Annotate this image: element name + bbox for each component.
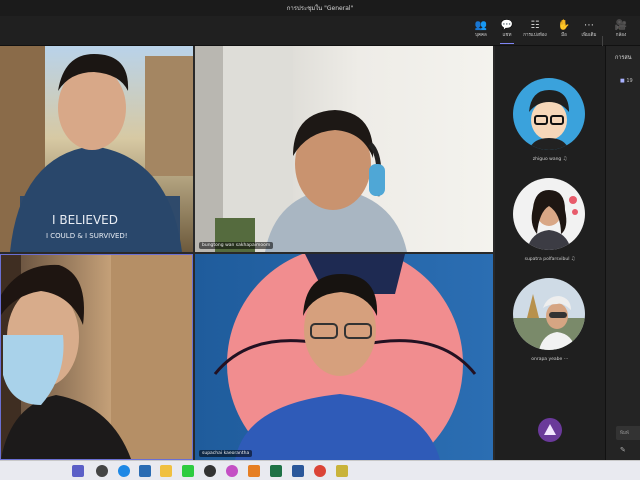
chat-panel-title: การสน — [615, 55, 632, 61]
file-explorer-icon[interactable] — [160, 465, 172, 477]
teams-meeting-window: การประชุมใน "General" 👥 บุคคล 💬 แชท ☷ กา… — [0, 0, 640, 480]
chat-format-icon[interactable]: ✎ — [620, 446, 626, 454]
participant-video-3 — [1, 255, 192, 459]
video-tile-2[interactable]: bungtong wan sakhapaimoom — [195, 46, 493, 252]
more-options-icon: ⋯ — [563, 356, 569, 362]
participant-name: onrapa yeabe ⋯ — [531, 356, 569, 362]
grid-app-icon[interactable] — [139, 465, 151, 477]
avatar — [513, 78, 585, 150]
word-icon[interactable] — [292, 465, 304, 477]
camera-icon: 🎥 — [614, 20, 628, 31]
avatar-photo-icon — [527, 190, 578, 250]
participant-name: zhiguo wang ♫ — [532, 156, 568, 162]
avatar — [513, 278, 585, 350]
chat-button[interactable]: 💬 แชท — [492, 19, 522, 44]
chat-message-text: 19 — [626, 78, 633, 84]
meeting-toolbar: 👥 บุคคล 💬 แชท ☷ การแบ่งห้อง ✋ มือ ⋯ เพิ่… — [0, 16, 640, 54]
participant-video-1: I BELIEVED I COULD & I SURVIVED! — [0, 46, 193, 252]
chrome-icon[interactable] — [314, 465, 326, 477]
chat-message-row[interactable]: ■ 19 — [620, 78, 633, 84]
more-label: เพิ่มเติม — [581, 33, 597, 38]
organization-logo-icon — [538, 418, 562, 442]
avatar — [513, 178, 585, 250]
breakout-rooms-label: การแบ่งห้อง — [523, 33, 547, 38]
obs-icon[interactable] — [96, 465, 108, 477]
participant-video-4 — [213, 254, 477, 460]
avatar-illustration-icon — [529, 90, 569, 150]
participant-video-2 — [195, 46, 407, 252]
camera-button[interactable]: 🎥 กล้อง — [606, 19, 636, 43]
more-icon: ⋯ — [584, 20, 594, 31]
edge-icon[interactable] — [118, 465, 130, 477]
camera-label: กล้อง — [615, 33, 627, 38]
media-player-icon[interactable] — [204, 465, 216, 477]
chat-panel: การสน ■ 19 พิมพ์ ✎ — [605, 46, 640, 460]
app-icon[interactable] — [226, 465, 238, 477]
shirt-text-2: I COULD & I SURVIVED! — [46, 232, 128, 240]
shirt-text-1: I BELIEVED — [52, 213, 118, 227]
breakout-rooms-button[interactable]: ☷ การแบ่งห้อง — [520, 19, 550, 43]
line-icon[interactable] — [182, 465, 194, 477]
participants-panel: zhiguo wang ♫ supatra polfarsvibul ♫ onr… — [495, 46, 605, 460]
chat-icon: 💬 — [500, 20, 514, 31]
mic-icon: ♫ — [570, 256, 576, 262]
video-tile-1[interactable]: I BELIEVED I COULD & I SURVIVED! — [0, 46, 193, 252]
window-title: การประชุมใน "General" — [286, 5, 354, 12]
participant-name-2: bungtong wan sakhapaimoom — [199, 242, 274, 249]
participant-card-3[interactable]: onrapa yeabe ⋯ — [495, 278, 605, 378]
app-icon[interactable] — [248, 465, 260, 477]
chat-input[interactable]: พิมพ์ — [616, 426, 640, 440]
title-bar: การประชุมใน "General" — [0, 0, 640, 16]
participant-card-1[interactable]: zhiguo wang ♫ — [495, 78, 605, 178]
more-button[interactable]: ⋯ เพิ่มเติม — [574, 19, 604, 43]
breakout-rooms-icon: ☷ — [530, 20, 540, 31]
excel-icon[interactable] — [270, 465, 282, 477]
avatar-photo-icon — [513, 294, 585, 350]
video-icon: ■ — [620, 78, 625, 84]
teams-icon[interactable] — [72, 465, 84, 477]
app-icon[interactable] — [336, 465, 348, 477]
mic-icon: ♫ — [562, 156, 568, 162]
video-tile-4[interactable]: supachai kaeorantha — [195, 254, 493, 460]
chat-label: แชท — [502, 33, 512, 38]
participant-name: supatra polfarsvibul ♫ — [524, 256, 576, 262]
participant-card-2[interactable]: supatra polfarsvibul ♫ — [495, 178, 605, 278]
windows-taskbar — [0, 460, 640, 480]
participant-name-4: supachai kaeorantha — [199, 450, 253, 457]
video-tile-3[interactable] — [0, 254, 193, 460]
